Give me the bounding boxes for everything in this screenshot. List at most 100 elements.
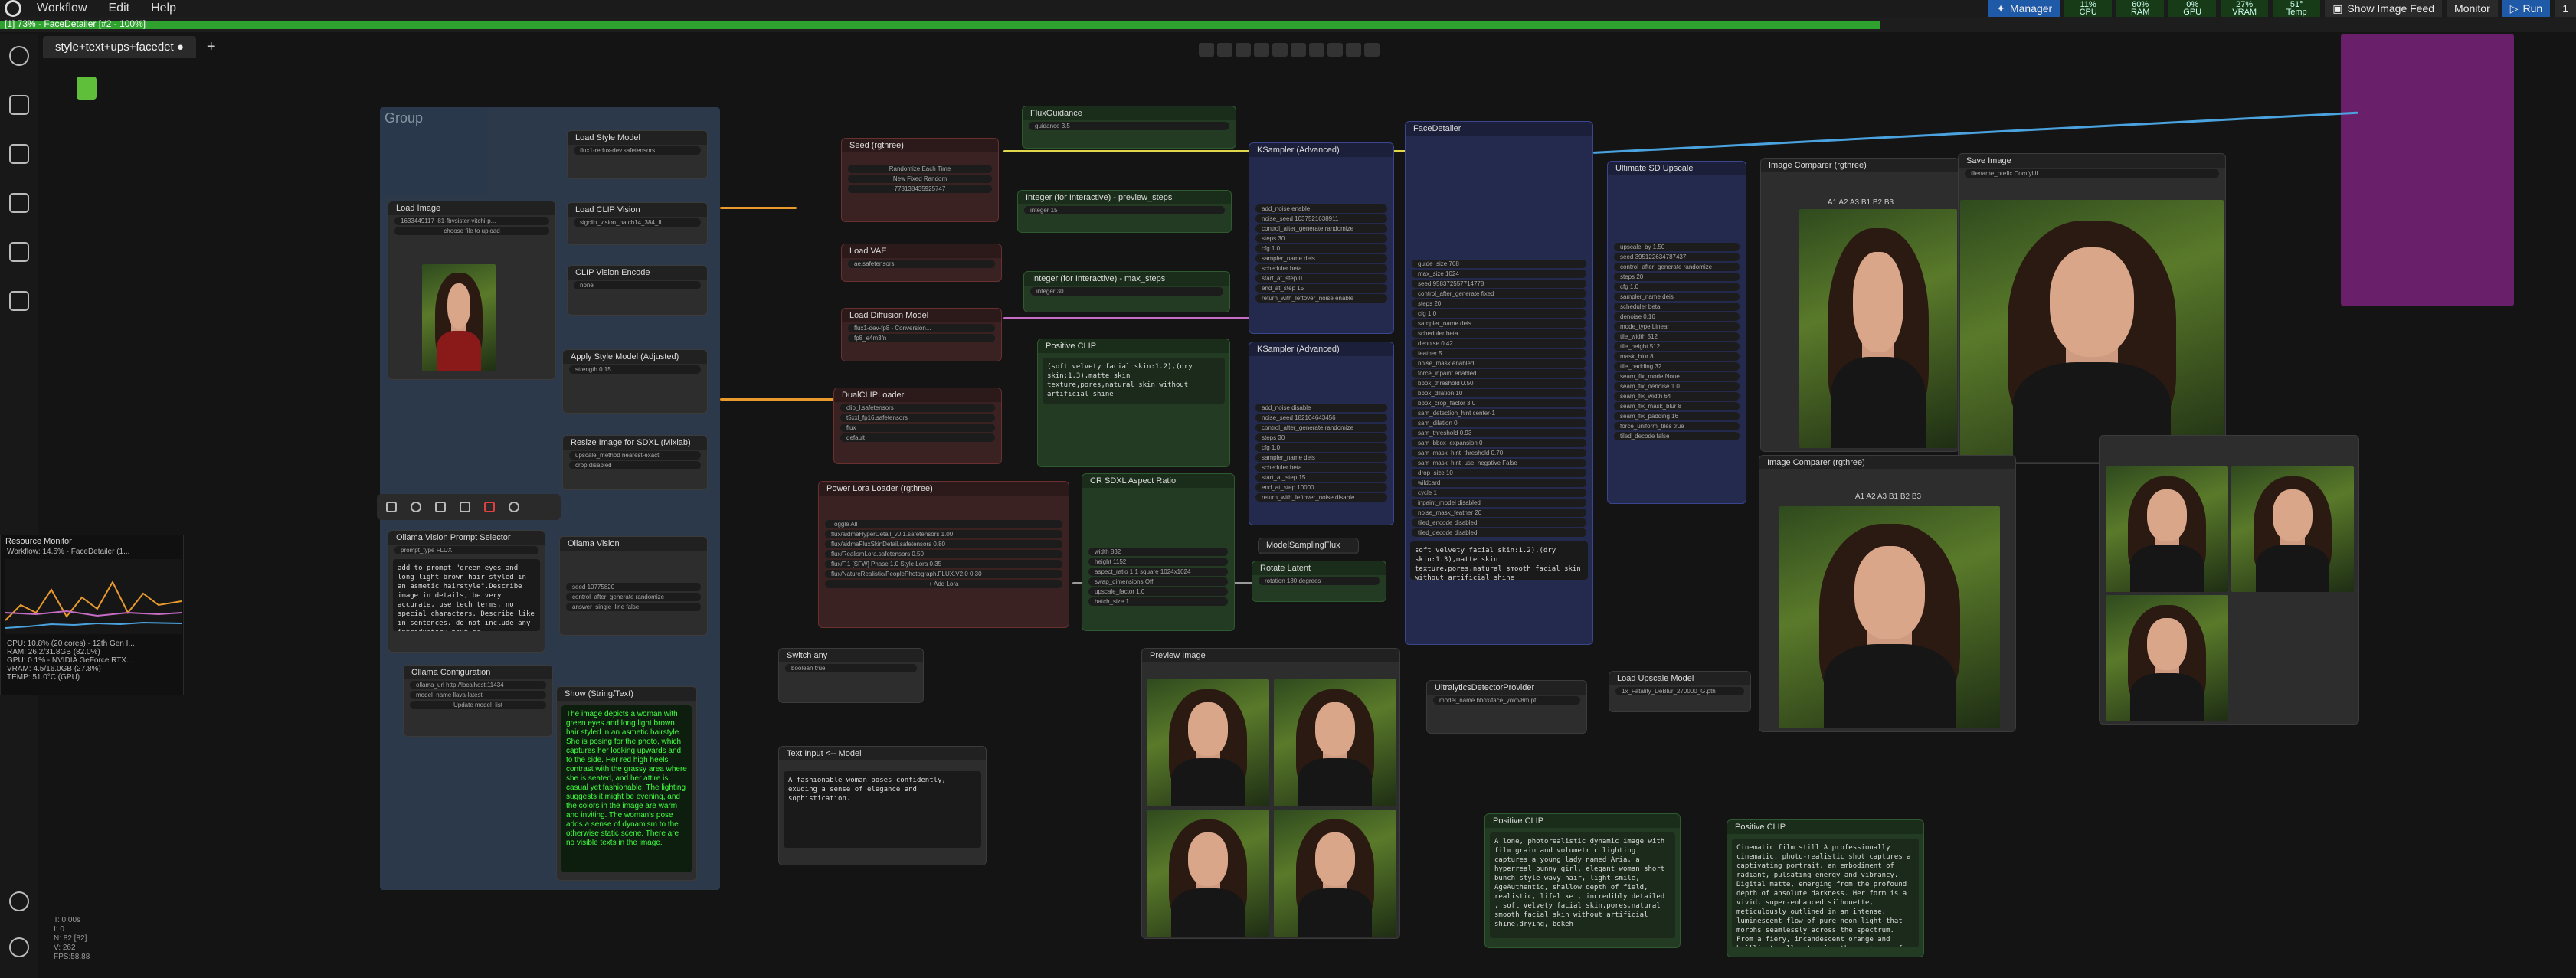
widget-row[interactable]: cfg 1.0 xyxy=(1412,309,1586,318)
arrange-icon[interactable] xyxy=(1346,43,1361,57)
widget-row[interactable]: sampler_name deis xyxy=(1614,293,1740,301)
node-model-sampling-flux[interactable]: ModelSamplingFlux xyxy=(1258,538,1359,554)
node-positive-clip-main[interactable]: Positive CLIP (soft velvety facial skin:… xyxy=(1037,339,1230,467)
widget-row[interactable]: bbox_dilation 10 xyxy=(1412,389,1586,397)
pin-icon[interactable] xyxy=(460,502,470,512)
widget-row[interactable]: mode_type Linear xyxy=(1614,322,1740,331)
widget-row[interactable]: bbox_threshold 0.50 xyxy=(1412,379,1586,388)
node-load-clip-vision[interactable]: Load CLIP Vision sigclip_vision_patch14_… xyxy=(567,202,708,245)
preview-image-3[interactable] xyxy=(1147,810,1269,937)
widget-row[interactable]: denoise 0.42 xyxy=(1412,339,1586,348)
node-apply-style-model[interactable]: Apply Style Model (Adjusted) strength 0.… xyxy=(562,349,708,414)
widget-row[interactable]: seed 395122634787437 xyxy=(1614,253,1740,261)
widget-row[interactable]: seam_fix_width 64 xyxy=(1614,392,1740,401)
widget-row[interactable]: inpaint_model disabled xyxy=(1412,499,1586,507)
node-preview-image[interactable]: Preview Image xyxy=(1141,648,1400,939)
widget-row[interactable]: drop_size 10 xyxy=(1412,469,1586,477)
widget-row[interactable]: tile_height 512 xyxy=(1614,342,1740,351)
node-ultralytics[interactable]: UltralyticsDetectorProvider model_name b… xyxy=(1426,680,1587,734)
widget-row[interactable]: cfg 1.0 xyxy=(1614,283,1740,291)
run-count-input[interactable]: 1 xyxy=(2555,0,2576,17)
history-icon[interactable] xyxy=(9,46,29,66)
align-left-icon[interactable] xyxy=(1199,43,1214,57)
node-ksampler-2[interactable]: KSampler (Advanced) add_noise disable no… xyxy=(1249,342,1394,525)
node-ultimate-sd-upscale[interactable]: Ultimate SD Upscale upscale_by 1.50 seed … xyxy=(1607,161,1746,504)
widget-row[interactable]: feather 5 xyxy=(1412,349,1586,358)
node-load-upscale-model[interactable]: Load Upscale Model 1x_Fatality_DeBlur_27… xyxy=(1609,671,1751,712)
node-max-steps[interactable]: Integer (for Interactive) - max_steps in… xyxy=(1023,271,1230,312)
grid-image-3[interactable] xyxy=(2106,595,2228,721)
node-text-input[interactable]: Text Input <-- Model A fashionable woman… xyxy=(778,746,987,865)
node-load-image[interactable]: Load Image 1633449117_81-fbvsister-vitch… xyxy=(388,201,556,380)
comparer-image-1[interactable] xyxy=(1799,209,1957,448)
theme-moon-icon[interactable] xyxy=(9,891,29,911)
widget-row[interactable]: mask_blur 8 xyxy=(1614,352,1740,361)
grid-icon[interactable] xyxy=(1364,43,1380,57)
resource-monitor-panel[interactable]: Resource Monitor Workflow: 14.5% - FaceD… xyxy=(0,535,184,695)
widget-row[interactable]: noise_mask_feather 20 xyxy=(1412,509,1586,517)
widget-row[interactable]: seed 958372557714778 xyxy=(1412,280,1586,288)
node-show-string[interactable]: Show (String/Text) The image depicts a w… xyxy=(556,686,697,881)
node-ksampler-1[interactable]: KSampler (Advanced) add_noise enable noi… xyxy=(1249,142,1394,334)
align-middle-icon[interactable] xyxy=(1272,43,1288,57)
node-load-style-model[interactable]: Load Style Model flux1-redux-dev.safeten… xyxy=(567,130,708,179)
widget-row[interactable]: sam_bbox_expansion 0 xyxy=(1412,439,1586,447)
node-power-lora-loader[interactable]: Power Lora Loader (rgthree) Toggle All f… xyxy=(818,481,1069,628)
align-right-icon[interactable] xyxy=(1236,43,1251,57)
widget-row[interactable]: seam_fix_mask_blur 8 xyxy=(1614,402,1740,410)
node-dual-clip-loader[interactable]: DualCLIPLoader clip_l.safetensors t5xxl_… xyxy=(833,388,1002,464)
widget-row[interactable]: sam_detection_hint center-1 xyxy=(1412,409,1586,417)
align-center-icon[interactable] xyxy=(1217,43,1232,57)
node-library-icon[interactable] xyxy=(9,242,29,262)
queue-icon[interactable] xyxy=(9,95,29,115)
widget-row[interactable]: scheduler beta xyxy=(1614,303,1740,311)
widget-row[interactable]: sam_mask_hint_threshold 0.70 xyxy=(1412,449,1586,457)
widget-row[interactable]: seam_fix_denoise 1.0 xyxy=(1614,382,1740,391)
node-clip-vision-encode[interactable]: CLIP Vision Encode none xyxy=(567,265,708,316)
comfy-logo-icon[interactable] xyxy=(5,0,21,17)
widget-row[interactable]: sam_mask_hint_use_negative False xyxy=(1412,459,1586,467)
widget-row[interactable]: control_after_generate randomize xyxy=(1614,263,1740,271)
menu-workflow[interactable]: Workflow xyxy=(26,2,98,15)
node-flux-guidance[interactable]: FluxGuidance guidance 3.5 xyxy=(1022,106,1236,149)
grid-image-2[interactable] xyxy=(2231,466,2354,592)
help-icon[interactable] xyxy=(509,502,519,512)
widget-row[interactable]: seam_fix_mode None xyxy=(1614,372,1740,381)
grid-image-1[interactable] xyxy=(2106,466,2228,592)
node-seed[interactable]: Seed (rgthree) Randomize Each Time New F… xyxy=(841,138,999,222)
node-rotate-latent[interactable]: Rotate Latent rotation 180 degrees xyxy=(1252,561,1386,602)
widget-row[interactable]: force_inpaint enabled xyxy=(1412,369,1586,378)
widget-row[interactable]: steps 20 xyxy=(1614,273,1740,281)
node-cr-sdxl-aspect-ratio[interactable]: CR SDXL Aspect Ratio width 832 height 11… xyxy=(1082,473,1235,631)
add-tab-button[interactable]: + xyxy=(196,38,227,56)
node-positive-clip-2[interactable]: Positive CLIP A lone, photorealistic dyn… xyxy=(1484,813,1681,948)
purple-group[interactable] xyxy=(2341,34,2514,306)
randomize-button[interactable]: Randomize Each Time xyxy=(848,165,992,173)
image-gallery-icon[interactable] xyxy=(9,291,29,311)
update-model-list-button[interactable]: Update model_list xyxy=(410,701,546,709)
color-icon[interactable] xyxy=(411,502,421,512)
widget-row[interactable]: upscale_by 1.50 xyxy=(1614,243,1740,251)
widget-row[interactable]: denoise 0.16 xyxy=(1614,312,1740,321)
widget-row[interactable]: control_after_generate fixed xyxy=(1412,289,1586,298)
preview-image-2[interactable] xyxy=(1274,679,1396,806)
node-load-diffusion-model[interactable]: Load Diffusion Model flux1-dev-fp8 - Con… xyxy=(841,308,1002,361)
node-load-vae[interactable]: Load VAE ae.safetensors xyxy=(841,244,1002,282)
new-fixed-random-button[interactable]: New Fixed Random xyxy=(848,175,992,183)
tab-workflow[interactable]: style+text+ups+facedet ● xyxy=(43,35,196,58)
distribute-h-icon[interactable] xyxy=(1309,43,1324,57)
upload-button[interactable]: choose file to upload xyxy=(394,227,549,235)
widget-row[interactable]: tiled_encode disabled xyxy=(1412,518,1586,527)
align-bottom-icon[interactable] xyxy=(1291,43,1306,57)
widget-row[interactable]: wildcard xyxy=(1412,479,1586,487)
menu-edit[interactable]: Edit xyxy=(98,2,141,15)
settings-gear-icon[interactable] xyxy=(9,937,29,957)
widget-row[interactable]: cycle 1 xyxy=(1412,489,1586,497)
node-image-comparer-2[interactable]: Image Comparer (rgthree) A1 A2 A3 B1 B2 … xyxy=(1759,455,2016,732)
execute-icon[interactable] xyxy=(386,502,397,512)
workflows-icon[interactable] xyxy=(9,193,29,213)
menu-help[interactable]: Help xyxy=(140,2,187,15)
bypass-icon[interactable] xyxy=(435,502,446,512)
preview-image-1[interactable] xyxy=(1147,679,1269,806)
widget-row[interactable]: max_size 1024 xyxy=(1412,270,1586,278)
